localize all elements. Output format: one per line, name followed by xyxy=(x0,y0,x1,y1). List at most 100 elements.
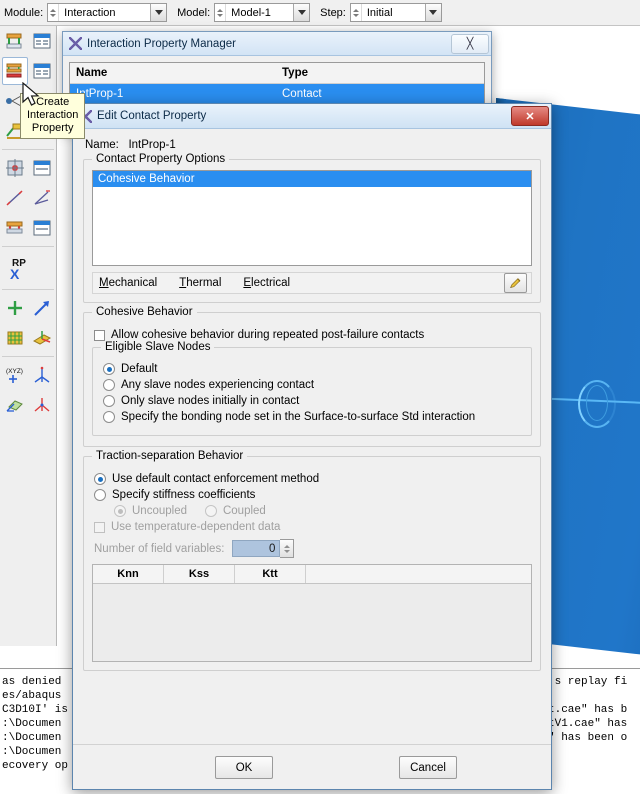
interaction-manager-button[interactable] xyxy=(29,27,55,55)
radio-row-any-slave-nodes[interactable]: Any slave nodes experiencing contact xyxy=(103,379,523,391)
module-combobox[interactable]: Interaction xyxy=(47,3,168,22)
model-spinner[interactable] xyxy=(215,4,227,21)
manager-icon xyxy=(33,220,51,236)
name-label: Name: xyxy=(85,139,119,151)
allow-cohesive-checkbox[interactable] xyxy=(94,329,105,341)
create-springs-button[interactable] xyxy=(2,184,28,212)
radio-any-slave-nodes[interactable] xyxy=(103,379,115,391)
toolbox-separator xyxy=(2,289,54,290)
create-datum-point-button[interactable] xyxy=(2,294,28,322)
datum-csys-3-point-button[interactable] xyxy=(29,361,55,389)
radio-row-only-initial-contact[interactable]: Only slave nodes initially in contact xyxy=(103,395,523,407)
menu-electrical[interactable]: Electrical xyxy=(241,276,292,290)
stiffness-table[interactable]: Knn Kss Ktt xyxy=(92,564,532,662)
contact-controls-button[interactable] xyxy=(2,214,28,242)
mouse-cursor-icon xyxy=(22,82,40,106)
column-header-kss: Kss xyxy=(164,565,235,583)
reference-point-icon: RP X xyxy=(10,258,26,282)
ipm-title: Interaction Property Manager xyxy=(87,37,236,50)
special-manager-button[interactable] xyxy=(29,154,55,182)
datum-axis-icon xyxy=(34,301,49,316)
behavior-menubar[interactable]: Mechanical Thermal Electrical xyxy=(92,272,532,294)
ipm-close-button[interactable]: ╳ xyxy=(451,33,489,54)
step-combobox[interactable]: Initial xyxy=(349,3,442,22)
traction-separation-label: Traction-separation Behavior xyxy=(92,450,248,462)
datum-plane-icon xyxy=(7,331,23,345)
toolbox-row-contact-controls xyxy=(0,213,56,243)
message-text-left: as denied es/abaqus C3D10I' is :\Documen… xyxy=(2,676,69,772)
model-hole-feature xyxy=(496,372,640,432)
create-reference-point-button[interactable]: RP X xyxy=(2,251,40,285)
cohesive-behavior-label: Cohesive Behavior xyxy=(92,306,197,318)
column-header-ktt: Ktt xyxy=(235,565,306,583)
allow-cohesive-checkbox-row[interactable]: Allow cohesive behavior during repeated … xyxy=(94,329,532,341)
svg-text:X: X xyxy=(10,266,20,282)
pencil-glyph-icon xyxy=(510,277,521,288)
cancel-button[interactable]: Cancel xyxy=(399,756,457,779)
ipm-titlebar[interactable]: Interaction Property Manager ╳ xyxy=(63,32,491,56)
model-hole-ring-inner xyxy=(586,385,608,421)
step-label: Step: xyxy=(320,6,346,19)
stiffness-table-header: Knn Kss Ktt xyxy=(93,565,531,584)
radio-coupled xyxy=(204,505,217,517)
radio-row-default-enforcement[interactable]: Use default contact enforcement method xyxy=(94,473,532,485)
interaction-property-table[interactable]: Name Type IntProp-1 Contact xyxy=(69,62,485,104)
radio-row-specify-stiffness[interactable]: Specify stiffness coefficients xyxy=(94,489,532,501)
module-chevron-down-icon[interactable] xyxy=(150,4,167,21)
step-spinner[interactable] xyxy=(351,4,362,21)
temperature-dependent-checkbox xyxy=(94,521,105,533)
field-variables-input: 0 xyxy=(232,540,281,557)
behavior-listbox[interactable]: Cohesive Behavior xyxy=(92,170,532,266)
ecp-titlebar[interactable]: Edit Contact Property ✕ xyxy=(73,104,551,129)
step-chevron-down-icon[interactable] xyxy=(424,4,441,21)
radio-specify-stiffness[interactable] xyxy=(94,489,106,501)
radio-row-bonding-node-set[interactable]: Specify the bonding node set in the Surf… xyxy=(103,411,523,423)
create-interaction-property-button[interactable] xyxy=(2,57,28,85)
list-item-cohesive-behavior[interactable]: Cohesive Behavior xyxy=(93,171,531,187)
radio-specify-stiffness-label: Specify stiffness coefficients xyxy=(112,489,256,501)
csys-3point-icon xyxy=(34,366,50,383)
radio-row-default[interactable]: Default xyxy=(103,363,523,375)
column-header-type: Type xyxy=(282,67,308,79)
inertia-icon xyxy=(6,159,24,177)
create-datum-plane-button[interactable] xyxy=(2,324,28,352)
datum-csys-xyz-button[interactable]: (XYZ) xyxy=(2,361,28,389)
model-label: Model: xyxy=(177,6,211,19)
radio-only-initial-contact-label: Only slave nodes initially in contact xyxy=(121,395,300,407)
csys-xyz-icon: (XYZ) xyxy=(6,368,23,383)
radio-default[interactable] xyxy=(103,363,115,375)
datum-csys-plane-button[interactable] xyxy=(2,391,28,419)
model-chevron-down-icon[interactable] xyxy=(293,4,310,21)
contact-controls-manager-button[interactable] xyxy=(29,214,55,242)
special-tool-button[interactable] xyxy=(2,154,28,182)
ecp-close-button[interactable]: ✕ xyxy=(511,106,549,126)
ok-button[interactable]: OK xyxy=(215,756,273,779)
toolbox-separator xyxy=(2,246,54,247)
radio-only-initial-contact[interactable] xyxy=(103,395,115,407)
cohesive-behavior-group: Cohesive Behavior Allow cohesive behavio… xyxy=(83,306,541,447)
datum-csys-offset-button[interactable] xyxy=(29,391,55,419)
cell-name: IntProp-1 xyxy=(76,87,124,100)
step-value: Initial xyxy=(366,6,393,19)
radio-default-enforcement[interactable] xyxy=(94,473,106,485)
menu-thermal[interactable]: Thermal xyxy=(177,276,223,290)
module-spinner[interactable] xyxy=(48,4,60,21)
manager-icon xyxy=(33,160,51,176)
toolbox-row-csys-xyz: (XYZ) xyxy=(0,360,56,390)
create-datum-csys-button[interactable] xyxy=(29,324,55,352)
create-datum-axis-button[interactable] xyxy=(29,294,55,322)
svg-text:(XYZ): (XYZ) xyxy=(6,368,23,375)
contact-property-options-label: Contact Property Options xyxy=(92,153,230,165)
datum-csys-icon xyxy=(32,331,52,345)
edit-contact-property-dialog[interactable]: Edit Contact Property ✕ Name: IntProp-1 … xyxy=(72,103,552,790)
radio-bonding-node-set[interactable] xyxy=(103,411,115,423)
create-interaction-button[interactable] xyxy=(2,27,28,55)
springs-manager-button[interactable] xyxy=(29,184,55,212)
field-variables-label: Number of field variables: xyxy=(94,542,225,555)
pencil-icon[interactable] xyxy=(504,273,527,293)
interaction-property-manager-button[interactable] xyxy=(29,57,55,85)
menu-mechanical[interactable]: Mechanical xyxy=(97,276,159,290)
model-combobox[interactable]: Model-1 xyxy=(214,3,311,22)
module-label: Module: xyxy=(4,6,44,19)
table-row[interactable]: IntProp-1 Contact xyxy=(70,84,484,103)
